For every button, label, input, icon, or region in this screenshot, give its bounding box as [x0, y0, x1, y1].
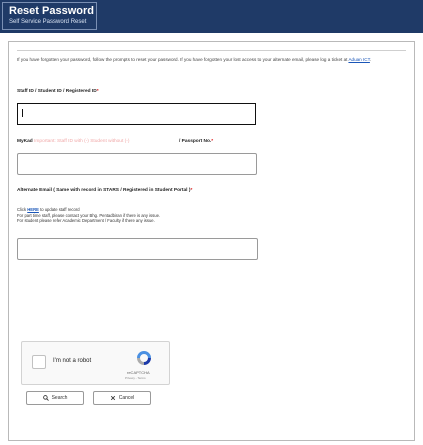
- passport-label: / Passport No.: [179, 139, 212, 144]
- mykad-passport-input[interactable]: [17, 153, 257, 175]
- recaptcha-checkbox[interactable]: [32, 355, 46, 369]
- aduan-ict-link[interactable]: Aduan ICT: [348, 57, 369, 62]
- required-marker: *: [96, 89, 99, 94]
- reset-form-card: If you have forgotten your password, fol…: [8, 41, 415, 441]
- user-id-input[interactable]: [17, 103, 256, 125]
- alternate-email-input[interactable]: [17, 238, 258, 260]
- search-button-label: Search: [51, 395, 68, 401]
- mykad-label: MyKad: [17, 139, 33, 144]
- required-marker: *: [190, 188, 193, 193]
- id-field-label-text: Staff ID / Student ID / Registered ID: [17, 89, 97, 94]
- cancel-button[interactable]: Cancel: [93, 391, 151, 405]
- recaptcha-legal: Privacy - Terms: [125, 376, 146, 380]
- recaptcha-brand: reCAPTCHA: [127, 370, 150, 375]
- page-title: Reset Password: [9, 5, 94, 17]
- card-divider: [17, 50, 406, 51]
- search-button[interactable]: Search: [26, 391, 84, 405]
- recaptcha-widget: I'm not a robot reCAPTCHA Privacy - Term…: [21, 341, 170, 385]
- page-subtitle: Self Service Password Reset: [9, 19, 87, 25]
- email-label-row: Alternate Email ( Same with record in ST…: [17, 188, 192, 193]
- notes-line-3: For student please refer Academic Depart…: [17, 218, 155, 224]
- cancel-button-label: Cancel: [118, 395, 135, 401]
- recaptcha-logo-icon: [137, 351, 151, 365]
- app-header: Reset Password Self Service Password Res…: [0, 0, 423, 33]
- text-caret: [22, 109, 23, 117]
- intro-text: If you have forgotten your password, fol…: [17, 57, 372, 62]
- update-record-link[interactable]: HERE: [27, 207, 39, 212]
- close-icon: [110, 395, 115, 401]
- notes-click: Click: [17, 207, 27, 212]
- search-icon: [42, 395, 49, 401]
- email-label: Alternate Email ( Same with record in ST…: [17, 188, 191, 193]
- mykad-label-row: MyKad Important: Staff ID with (-) Stude…: [17, 139, 129, 144]
- id-field-label: Staff ID / Student ID / Registered ID*: [17, 89, 99, 94]
- recaptcha-label: I'm not a robot: [53, 358, 92, 364]
- required-marker: *: [211, 139, 214, 144]
- passport-label-row: / Passport No.*: [179, 139, 213, 144]
- intro-body: If you have forgotten your password, fol…: [17, 57, 348, 62]
- notes-click-rest: to update staff record: [40, 207, 80, 212]
- help-notes: Click HERE to update staff record For pa…: [17, 207, 397, 224]
- mykad-hint: Important: Staff ID with (-) Student wit…: [34, 139, 130, 144]
